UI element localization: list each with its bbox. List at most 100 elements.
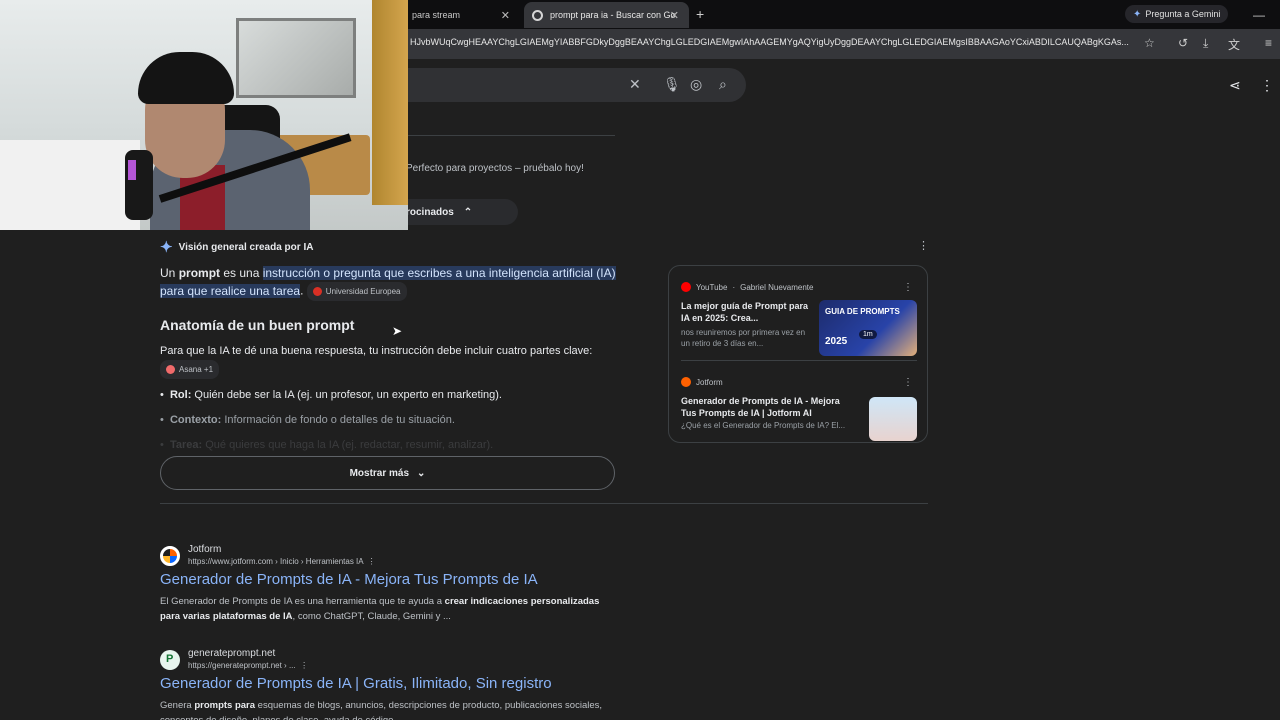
minimize-icon[interactable]: — bbox=[1253, 8, 1265, 22]
generateprompt-icon bbox=[160, 650, 180, 670]
result-title-link[interactable]: Generador de Prompts de IA - Mejora Tus … bbox=[160, 571, 538, 588]
ai-overview-intro: Un prompt es una instrucción o pregunta … bbox=[160, 265, 620, 301]
result-title-link[interactable]: Generador de Prompts de IA | Gratis, Ili… bbox=[160, 675, 552, 692]
download-icon[interactable]: ⤓ bbox=[1203, 36, 1208, 51]
ai-sources-panel: YouTube · Gabriel Nuevamente ⋮ La mejor … bbox=[668, 265, 928, 443]
tab-label: prompt para ia - Buscar con Go bbox=[550, 10, 676, 20]
result-site[interactable]: generateprompt.net bbox=[188, 648, 275, 659]
more-options-icon[interactable]: ⋮ bbox=[300, 661, 308, 670]
close-icon[interactable]: ✕ bbox=[629, 76, 641, 93]
sparkle-icon: ✦ bbox=[160, 239, 173, 256]
lens-icon[interactable]: ◎ bbox=[690, 76, 702, 93]
sponsored-label: rocinados bbox=[406, 206, 454, 218]
snippet-bold: prompts para bbox=[194, 700, 256, 711]
microphone-icon[interactable]: 🎙 bbox=[663, 76, 681, 93]
share-icon[interactable]: ⋖ bbox=[1229, 77, 1241, 94]
divider bbox=[160, 503, 928, 504]
microphone-icon bbox=[125, 150, 153, 220]
search-icon[interactable]: ⌕ bbox=[719, 76, 727, 93]
snippet-text: , como ChatGPT, Claude, Gemini y ... bbox=[292, 611, 451, 622]
youtube-icon bbox=[681, 282, 691, 292]
asana-icon bbox=[166, 365, 175, 374]
star-icon[interactable]: ☆ bbox=[1144, 36, 1155, 50]
search-input[interactable]: ✕ 🎙 ◎ ⌕ bbox=[400, 68, 746, 102]
source-name: YouTube bbox=[696, 282, 728, 292]
close-icon[interactable]: ✕ bbox=[501, 9, 510, 22]
result-snippet: El Generador de Prompts de IA es una her… bbox=[160, 594, 620, 624]
more-options-icon[interactable]: ⋮ bbox=[368, 557, 376, 566]
bullet-bold: Contexto: bbox=[169, 414, 222, 426]
tab-stream[interactable]: para stream ✕ bbox=[400, 2, 520, 28]
intro-text: Un bbox=[160, 266, 179, 280]
intro-text: . bbox=[300, 283, 304, 298]
webcam-overlay bbox=[0, 0, 408, 230]
ai-overview-paragraph: Para que la IA te dé una buena respuesta… bbox=[160, 343, 610, 379]
result-cite: https://generateprompt.net › ... ⋮ bbox=[188, 661, 308, 670]
source-card-jotform[interactable]: Jotform ⋮ Generador de Prompts de IA - M… bbox=[681, 377, 917, 441]
intro-text: es una bbox=[220, 266, 263, 280]
bullet-bold: Rol: bbox=[169, 389, 192, 401]
snippet-text: Genera bbox=[160, 700, 195, 711]
webcam-desk bbox=[0, 140, 140, 230]
gemini-button[interactable]: ✦ Pregunta a Gemini bbox=[1125, 5, 1229, 23]
sparkle-icon: ✦ bbox=[1133, 8, 1142, 20]
more-options-icon[interactable]: ⋮ bbox=[903, 377, 913, 388]
list-item: • Contexto: Información de fondo o detal… bbox=[160, 414, 455, 426]
chevron-down-icon: ⌄ bbox=[417, 467, 426, 479]
ad-text: Perfecto para proyectos – pruébalo hoy! bbox=[406, 163, 584, 174]
thumbnail-year: 2025 bbox=[825, 336, 848, 347]
google-icon bbox=[532, 9, 543, 21]
bullet-text: Quién debe ser la IA (ej. un profesor, u… bbox=[191, 389, 502, 401]
ai-overview-header: ✦ Visión general creada por IA bbox=[160, 238, 313, 256]
source-name: Jotform bbox=[696, 377, 723, 387]
new-tab-button[interactable]: + bbox=[696, 6, 704, 22]
webcam-door bbox=[372, 0, 408, 205]
sponsored-toggle[interactable]: rocinados ⌃ bbox=[400, 199, 518, 225]
card-source: YouTube · Gabriel Nuevamente bbox=[681, 282, 917, 292]
mouse-cursor-icon: ➤ bbox=[392, 324, 403, 338]
result-cite: https://www.jotform.com › Inicio › Herra… bbox=[188, 557, 376, 566]
thumbnail-text: GUIA DE PROMPTS bbox=[825, 307, 900, 316]
intro-bold: prompt bbox=[178, 266, 221, 280]
source-author: Gabriel Nuevamente bbox=[740, 282, 814, 292]
video-thumbnail[interactable]: GUIA DE PROMPTS 2025 1m bbox=[819, 300, 917, 356]
card-source: Jotform bbox=[681, 377, 917, 387]
result-site[interactable]: Jotform bbox=[188, 544, 221, 555]
card-desc: nos reuniremos por primera vez en un ret… bbox=[681, 328, 806, 348]
card-desc: ¿Qué es el Generador de Prompts de IA? E… bbox=[681, 421, 846, 430]
close-icon[interactable]: ✕ bbox=[670, 9, 679, 22]
bullet-text: Información de fondo o detalles de tu si… bbox=[221, 414, 455, 426]
cite-text: https://www.jotform.com › Inicio › Herra… bbox=[188, 557, 364, 566]
result-snippet: Genera prompts para esquemas de blogs, a… bbox=[160, 698, 620, 720]
card-title[interactable]: Generador de Prompts de IA - Mejora Tus … bbox=[681, 395, 851, 419]
menu-icon[interactable]: ≡ bbox=[1265, 36, 1272, 50]
bullet-bold: Tarea: bbox=[169, 439, 203, 451]
cite-text: https://generateprompt.net › ... bbox=[188, 661, 296, 670]
card-thumbnail[interactable] bbox=[869, 397, 917, 441]
video-duration: 1m bbox=[859, 330, 877, 339]
url-text[interactable]: HJvbWUqCwgHEAAYChgLGIAEMgYIABBFGDkyDggBE… bbox=[410, 37, 1135, 47]
source-chip[interactable]: Asana +1 bbox=[160, 360, 220, 379]
source-chip[interactable]: Universidad Europea bbox=[306, 282, 407, 301]
card-title[interactable]: La mejor guía de Prompt para IA en 2025:… bbox=[681, 300, 811, 324]
more-options-icon[interactable]: ⋮ bbox=[903, 282, 913, 293]
divider bbox=[681, 360, 917, 361]
apps-icon[interactable]: ⋮⋮ bbox=[1260, 77, 1280, 94]
translate-icon[interactable]: 文 bbox=[1228, 36, 1240, 53]
gemini-label: Pregunta a Gemini bbox=[1145, 9, 1221, 19]
tab-search[interactable]: prompt para ia - Buscar con Go ✕ bbox=[524, 2, 689, 28]
more-options-icon[interactable]: ⋮ bbox=[918, 239, 929, 252]
paragraph-text: Para que la IA te dé una buena respuesta… bbox=[160, 345, 593, 357]
divider bbox=[400, 135, 615, 136]
history-icon[interactable]: ↺ bbox=[1178, 36, 1188, 50]
list-item: • Tarea: Qué quieres que haga la IA (ej.… bbox=[160, 439, 494, 451]
source-card-youtube[interactable]: YouTube · Gabriel Nuevamente ⋮ La mejor … bbox=[681, 282, 917, 356]
webcam-window bbox=[236, 18, 356, 98]
show-more-button[interactable]: Mostrar más ⌄ bbox=[160, 456, 615, 490]
show-more-label: Mostrar más bbox=[349, 467, 410, 479]
ai-overview-heading: Anatomía de un buen prompt bbox=[160, 317, 355, 333]
jotform-icon bbox=[681, 377, 691, 387]
jotform-icon bbox=[160, 546, 180, 566]
chevron-up-icon: ⌃ bbox=[463, 206, 473, 218]
source-label: Universidad Europea bbox=[325, 287, 401, 296]
